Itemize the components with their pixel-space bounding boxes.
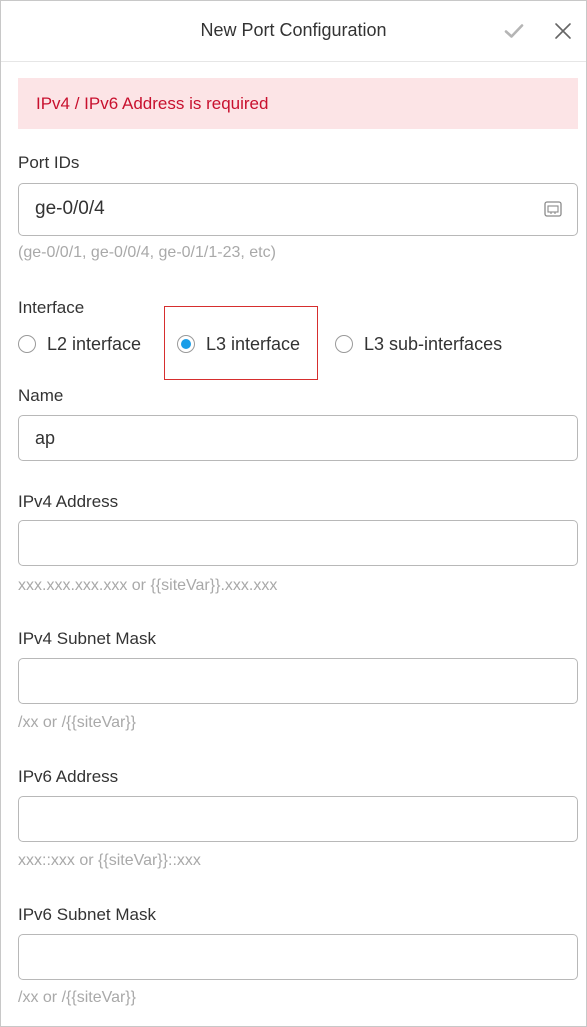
port-ids-hint: (ge-0/0/1, ge-0/0/4, ge-0/1/1-23, etc)	[18, 244, 276, 261]
ipv4-address-label: IPv4 Address	[18, 492, 119, 511]
port-picker-icon[interactable]	[543, 199, 563, 219]
error-message: IPv4 / IPv6 Address is required	[36, 93, 269, 113]
port-ids-value: ge-0/0/4	[35, 198, 105, 219]
ipv4-address-hint: xxx.xxx.xxx.xxx or {{siteVar}}.xxx.xxx	[18, 577, 278, 594]
close-icon[interactable]	[551, 19, 575, 43]
panel-header: New Port Configuration	[1, 1, 586, 62]
radio-l2-label: L2 interface	[47, 333, 142, 354]
port-config-panel: New Port Configuration IPv4 / IPv6 Addre…	[0, 0, 587, 1027]
panel-title: New Port Configuration	[200, 20, 387, 40]
radio-l2-circle[interactable]	[18, 335, 36, 353]
ipv4-subnet-hint: /xx or /{{siteVar}}	[18, 714, 136, 731]
ipv6-address-label: IPv6 Address	[18, 767, 119, 786]
ipv4-subnet-input[interactable]	[18, 658, 578, 704]
ipv6-address-hint: xxx::xxx or {{siteVar}}::xxx	[18, 852, 201, 869]
ipv6-subnet-label: IPv6 Subnet Mask	[18, 905, 156, 924]
ipv6-subnet-input[interactable]	[18, 934, 578, 980]
radio-l2-interface[interactable]: L2 interface	[18, 331, 141, 357]
name-input[interactable]	[18, 415, 578, 461]
error-alert: IPv4 / IPv6 Address is required	[18, 78, 578, 129]
ipv6-address-input[interactable]	[18, 796, 578, 842]
radio-l3-sub-label: L3 sub-interfaces	[364, 333, 503, 354]
ipv6-subnet-hint: /xx or /{{siteVar}}	[18, 989, 136, 1006]
selection-highlight-box	[164, 306, 318, 380]
radio-l3-sub-circle[interactable]	[335, 335, 353, 353]
radio-l3-sub-interfaces[interactable]: L3 sub-interfaces	[335, 331, 502, 357]
name-label: Name	[18, 386, 64, 405]
check-icon[interactable]	[502, 19, 526, 43]
ipv4-address-input[interactable]	[18, 520, 578, 566]
interface-label: Interface	[18, 298, 85, 317]
port-ids-field[interactable]: ge-0/0/4	[18, 183, 578, 236]
port-ids-label: Port IDs	[18, 153, 80, 172]
ipv4-subnet-label: IPv4 Subnet Mask	[18, 629, 156, 648]
